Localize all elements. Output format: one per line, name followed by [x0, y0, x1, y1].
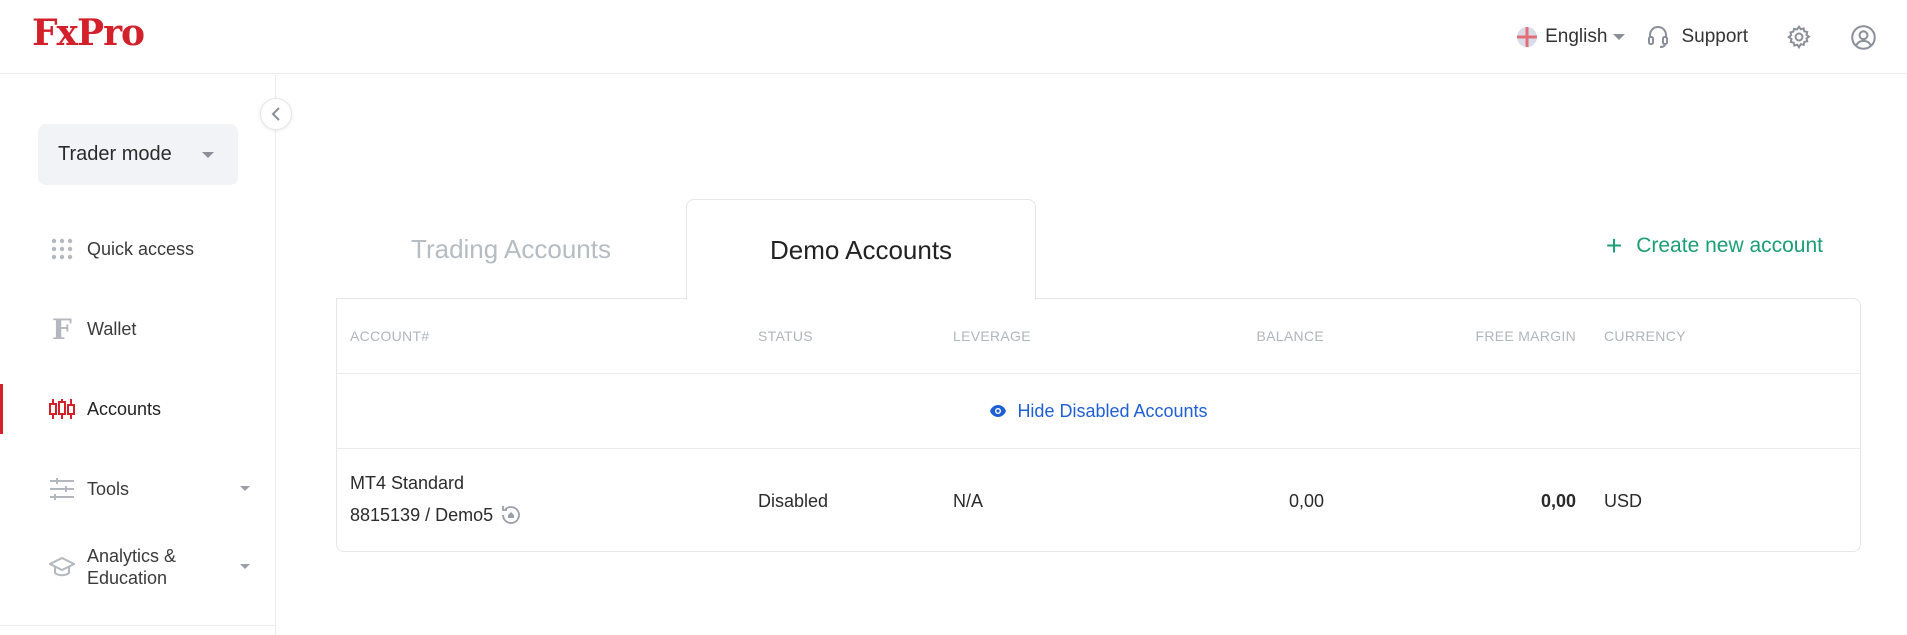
sidebar-item-quick-access[interactable]: Quick access — [0, 224, 276, 274]
gear-icon — [1787, 25, 1811, 50]
column-header-free-margin: FREE MARGIN — [1475, 328, 1576, 344]
account-number: 8815139 / Demo5 — [350, 503, 523, 527]
fxpro-logo[interactable]: FxPro — [32, 12, 145, 54]
create-new-account-label: Create new account — [1636, 234, 1823, 257]
sidebar-item-label: Tools — [87, 478, 130, 499]
sliders-icon — [48, 475, 76, 503]
tab-trading-accounts[interactable]: Trading Accounts — [336, 199, 686, 299]
sidebar-item-label: Analytics & Education — [87, 545, 176, 589]
chevron-down-icon — [1613, 34, 1626, 40]
sidebar-divider — [0, 625, 276, 626]
chevron-left-icon — [271, 107, 280, 121]
headset-icon — [1648, 26, 1669, 48]
restore-icon[interactable] — [499, 503, 523, 527]
sidebar-item-analytics-education[interactable]: Analytics & Education — [0, 537, 276, 597]
account-status: Disabled — [758, 491, 829, 511]
sidebar-item-tools[interactable]: Tools — [0, 464, 276, 514]
account-currency: USD — [1604, 491, 1643, 511]
sidebar: Trader mode Quick access F Wallet Accoun… — [0, 75, 276, 635]
column-header-status: STATUS — [758, 328, 813, 344]
settings-button[interactable] — [1786, 24, 1812, 50]
tab-demo-accounts[interactable]: Demo Accounts — [686, 199, 1036, 300]
chevron-down-icon — [202, 152, 214, 158]
language-label: English — [1545, 26, 1608, 47]
header-actions: English Support — [1517, 0, 1877, 74]
hide-disabled-label: Hide Disabled Accounts — [1017, 400, 1208, 421]
sidebar-item-wallet[interactable]: F Wallet — [0, 304, 276, 354]
top-header: FxPro English Support — [0, 0, 1907, 74]
account-free-margin: 0,00 — [1540, 491, 1576, 511]
account-leverage: N/A — [953, 491, 984, 511]
support-label: Support — [1681, 26, 1748, 47]
hide-disabled-accounts-link[interactable]: Hide Disabled Accounts — [989, 400, 1208, 422]
globe-flag-icon — [1517, 27, 1538, 47]
column-header-account: ACCOUNT# — [350, 328, 430, 344]
user-icon — [1851, 24, 1876, 50]
trader-mode-label: Trader mode — [58, 143, 172, 165]
hide-disabled-row: Hide Disabled Accounts — [337, 374, 1860, 449]
chevron-down-icon — [240, 486, 250, 491]
support-link[interactable]: Support — [1647, 25, 1748, 49]
plus-icon: + — [1605, 230, 1623, 261]
sidebar-item-label: Quick access — [87, 238, 195, 259]
sidebar-collapse-button[interactable] — [260, 98, 292, 130]
trader-mode-select[interactable]: Trader mode — [38, 124, 238, 185]
account-id: 8815139 / Demo5 — [350, 504, 494, 525]
profile-button[interactable] — [1850, 24, 1877, 51]
sidebar-item-label: Wallet — [87, 318, 137, 339]
column-header-currency: CURRENCY — [1604, 328, 1686, 344]
accounts-table: ACCOUNT# STATUS LEVERAGE BALANCE FREE MA… — [336, 298, 1861, 552]
sidebar-item-accounts[interactable]: Accounts — [0, 384, 276, 434]
sidebar-item-label: Accounts — [87, 398, 162, 419]
sidebar-item-label-line2: Education — [87, 568, 168, 588]
sidebar-item-label-line1: Analytics & — [87, 546, 177, 566]
candlestick-icon — [48, 395, 76, 423]
graduation-cap-icon — [48, 553, 76, 581]
grid-icon — [48, 235, 76, 263]
account-type: MT4 Standard — [350, 473, 465, 493]
chevron-down-icon — [240, 564, 250, 569]
column-header-balance: BALANCE — [1256, 328, 1324, 344]
eye-icon — [990, 405, 1007, 417]
account-balance: 0,00 — [1288, 491, 1324, 511]
table-header: ACCOUNT# STATUS LEVERAGE BALANCE FREE MA… — [337, 299, 1860, 374]
language-selector[interactable]: English — [1517, 26, 1626, 48]
svg-text:F: F — [52, 315, 72, 343]
create-new-account-button[interactable]: + Create new account — [1606, 232, 1823, 260]
column-header-leverage: LEVERAGE — [953, 328, 1031, 344]
wallet-f-icon: F — [48, 315, 76, 343]
table-row[interactable]: MT4 Standard 8815139 / Demo5 Disabled N/… — [337, 449, 1860, 552]
